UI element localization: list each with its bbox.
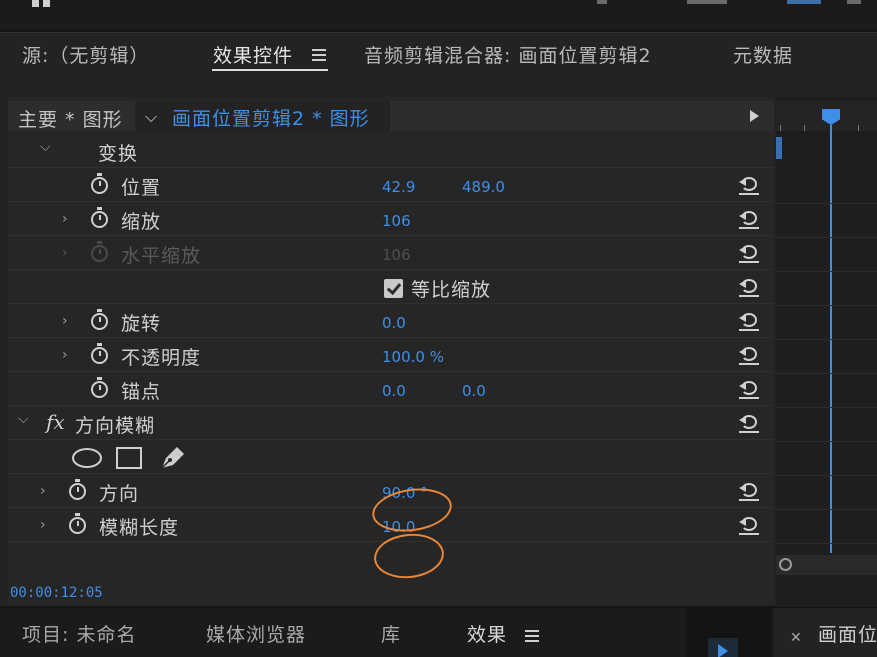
clip-header: 主要 * 图形 ⌵ 画面位置剪辑2 * 图形: [8, 101, 774, 131]
show-timeline-play-icon[interactable]: [750, 110, 759, 122]
uniform-scale-row: 等比缩放: [8, 271, 774, 304]
timeline-zoom-scrollbar[interactable]: [776, 555, 877, 575]
tab-effects[interactable]: 效果: [467, 620, 507, 647]
stopwatch-icon[interactable]: [91, 173, 108, 194]
clip-name: 画面位置剪辑2 * 图形: [172, 108, 370, 130]
reset-icon[interactable]: [739, 175, 759, 195]
opacity-row: › 不透明度 100.0 %: [8, 339, 774, 372]
tab-source[interactable]: 源:（无剪辑）: [22, 41, 149, 68]
rotation-value[interactable]: 0.0: [382, 314, 406, 332]
top-bar: [0, 0, 877, 30]
position-label: 位置: [121, 177, 162, 199]
reset-icon[interactable]: [739, 311, 759, 331]
clip-start-marker: [776, 137, 782, 159]
pen-mask-icon[interactable]: [158, 445, 186, 471]
reset-icon[interactable]: [739, 515, 759, 535]
stopwatch-icon[interactable]: [69, 479, 86, 500]
rotation-label: 旋转: [121, 313, 162, 335]
anchor-label: 锚点: [121, 381, 162, 403]
position-y-value[interactable]: 489.0: [462, 178, 505, 196]
top-menu-fragments: [557, 0, 877, 6]
opacity-value[interactable]: 100.0 %: [382, 348, 444, 366]
reset-icon[interactable]: [739, 413, 759, 433]
reset-icon[interactable]: [739, 209, 759, 229]
stopwatch-icon[interactable]: [91, 309, 108, 330]
anchor-y-value[interactable]: 0.0: [462, 382, 486, 400]
reset-icon[interactable]: [739, 243, 759, 263]
chevron-right-icon[interactable]: ›: [62, 211, 68, 227]
scale-value[interactable]: 106: [382, 212, 411, 230]
panel-tabs: 源:（无剪辑） 效果控件 音频剪辑混合器: 画面位置剪辑2 元数据: [0, 33, 877, 73]
blur-length-label: 模糊长度: [99, 517, 180, 539]
rotation-row: › 旋转 0.0: [8, 305, 774, 338]
directional-blur-label: 方向模糊: [75, 415, 156, 437]
active-tab-underline: [212, 69, 328, 71]
mask-tools-row: [8, 441, 774, 474]
stopwatch-icon[interactable]: [69, 513, 86, 534]
uniform-scale-label: 等比缩放: [411, 279, 492, 301]
bottom-panel-tabs: 项目: 未命名 媒体浏览器 库 效果 ✕ 画面位: [0, 608, 877, 657]
directional-blur-section[interactable]: ⌵ fx 方向模糊: [8, 407, 774, 440]
position-x-value[interactable]: 42.9: [382, 178, 415, 196]
master-clip-label[interactable]: 主要 * 图形: [18, 105, 123, 132]
chevron-right-icon: ›: [62, 245, 68, 261]
stopwatch-icon[interactable]: [91, 343, 108, 364]
play-icon[interactable]: [708, 638, 738, 657]
reset-icon[interactable]: [739, 481, 759, 501]
effect-controls-list: 主要 * 图形 ⌵ 画面位置剪辑2 * 图形 ⌵ 变换 位置 42.9 489.…: [8, 97, 774, 605]
fx-icon[interactable]: fx: [46, 410, 65, 434]
tab-metadata[interactable]: 元数据: [733, 41, 793, 68]
scale-width-label: 水平缩放: [121, 245, 202, 267]
reset-icon[interactable]: [739, 379, 759, 399]
stopwatch-icon[interactable]: [91, 207, 108, 228]
tab-project[interactable]: 项目: 未命名: [22, 620, 136, 647]
chevron-right-icon[interactable]: ›: [62, 347, 68, 363]
chevron-right-icon[interactable]: ›: [40, 483, 46, 499]
tab-media-browser[interactable]: 媒体浏览器: [206, 620, 306, 647]
anchor-row: 锚点 0.0 0.0: [8, 373, 774, 406]
effect-controls-panel: 源:（无剪辑） 效果控件 音频剪辑混合器: 画面位置剪辑2 元数据 主要 * 图…: [0, 32, 877, 607]
direction-label: 方向: [99, 483, 140, 505]
zoom-handle[interactable]: [779, 558, 792, 571]
timecode[interactable]: 00:00:12:05: [10, 585, 103, 601]
reset-icon[interactable]: [739, 345, 759, 365]
tab-effect-controls[interactable]: 效果控件: [213, 41, 293, 68]
tab-libraries[interactable]: 库: [381, 620, 401, 647]
panel-menu-icon[interactable]: [312, 49, 326, 61]
ellipse-mask-icon[interactable]: [72, 448, 102, 468]
chevron-right-icon[interactable]: ›: [62, 313, 68, 329]
workspace-icon[interactable]: [32, 0, 56, 8]
uniform-scale-checkbox[interactable]: [384, 279, 403, 298]
close-icon[interactable]: ✕: [790, 630, 802, 646]
chevron-down-icon[interactable]: ⌵: [18, 411, 29, 427]
scale-width-value: 106: [382, 246, 411, 264]
mini-timeline[interactable]: [776, 97, 877, 607]
reset-icon[interactable]: [739, 277, 759, 297]
chevron-down-icon: ⌵: [145, 107, 158, 126]
tab-program-sequence[interactable]: 画面位: [818, 620, 877, 647]
scale-row: › 缩放 106: [8, 203, 774, 236]
position-row: 位置 42.9 489.0: [8, 169, 774, 202]
tab-audio-clip-mixer[interactable]: 音频剪辑混合器: 画面位置剪辑2: [364, 41, 652, 68]
transform-label: 变换: [98, 143, 139, 165]
clip-dropdown[interactable]: ⌵ 画面位置剪辑2 * 图形: [135, 101, 390, 131]
opacity-label: 不透明度: [121, 347, 202, 369]
scale-width-row: › 水平缩放 106: [8, 237, 774, 270]
chevron-right-icon[interactable]: ›: [40, 517, 46, 533]
transform-section[interactable]: ⌵ 变换: [8, 135, 774, 168]
scale-label: 缩放: [121, 211, 162, 233]
stopwatch-icon[interactable]: [91, 377, 108, 398]
rectangle-mask-icon[interactable]: [116, 447, 142, 469]
anchor-x-value[interactable]: 0.0: [382, 382, 406, 400]
chevron-down-icon[interactable]: ⌵: [40, 139, 51, 155]
stopwatch-icon: [91, 241, 108, 262]
panel-menu-icon[interactable]: [525, 630, 539, 642]
